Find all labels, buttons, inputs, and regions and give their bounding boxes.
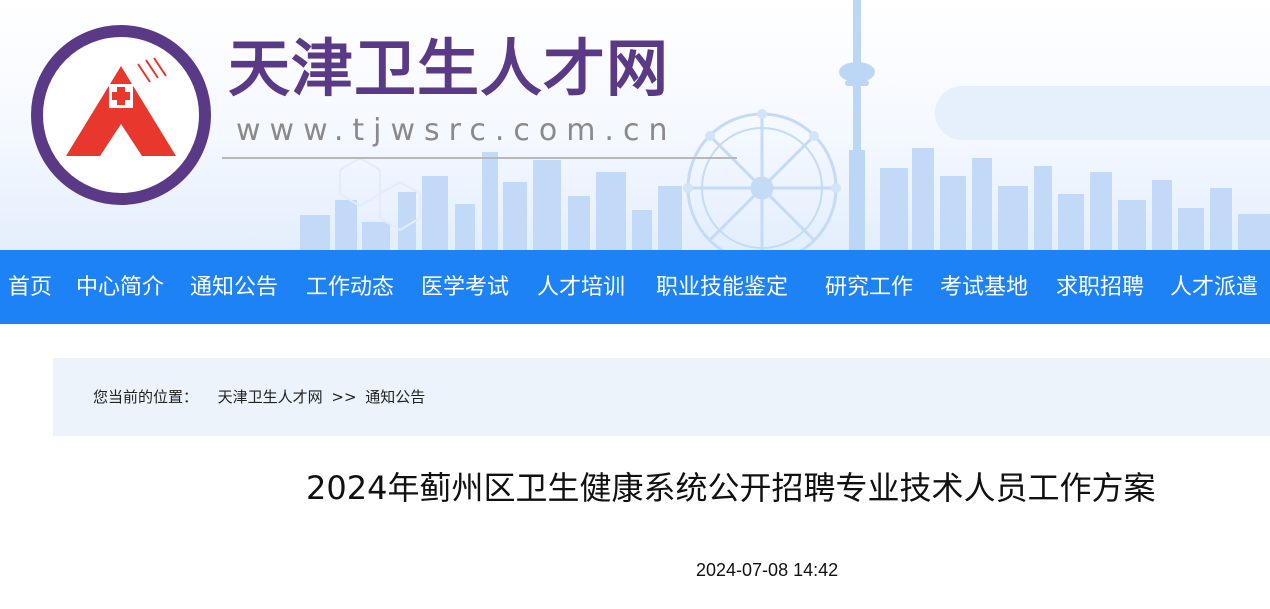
header-banner: 天津卫生人才网 www.tjwsrc.com.cn [0,0,1270,250]
nav-item-medical-exams[interactable]: 医学考试 [421,250,509,324]
nav-item-skills-appraisal[interactable]: 职业技能鉴定 [656,250,788,324]
nav-item-dispatch[interactable]: 人才派遣 [1170,250,1258,324]
nav-item-research[interactable]: 研究工作 [825,250,913,324]
site-name: 天津卫生人才网 [228,32,670,105]
nav-item-jobs[interactable]: 求职招聘 [1056,250,1144,324]
divider [222,157,737,159]
breadcrumb-text: 您当前的位置： 天津卫生人才网 >> 通知公告 [93,358,425,436]
nav-item-news[interactable]: 工作动态 [306,250,394,324]
nav-item-exam-centers[interactable]: 考试基地 [940,250,1028,324]
nav-item-training[interactable]: 人才培训 [537,250,625,324]
breadcrumb-link-notices[interactable]: 通知公告 [365,358,425,436]
nav-item-home[interactable]: 首页 [8,250,52,324]
article-title: 2024年蓟州区卫生健康系统公开招聘专业技术人员工作方案 [306,469,1156,507]
main-nav: 首页 中心简介 通知公告 工作动态 医学考试 人才培训 职业技能鉴定 研究工作 … [0,250,1270,324]
breadcrumb-prefix: 您当前的位置： [93,388,199,406]
breadcrumb: 您当前的位置： 天津卫生人才网 >> 通知公告 [53,358,1270,436]
article-date: 2024-07-08 14:42 [696,560,839,580]
red-cross-mountain-logo-icon [31,25,211,205]
site-url: www.tjwsrc.com.cn [236,113,677,148]
breadcrumb-link-home[interactable]: 天津卫生人才网 [218,358,323,436]
breadcrumb-separator: >> [331,388,357,406]
nav-item-notices[interactable]: 通知公告 [190,250,278,324]
nav-item-about[interactable]: 中心简介 [76,250,164,324]
